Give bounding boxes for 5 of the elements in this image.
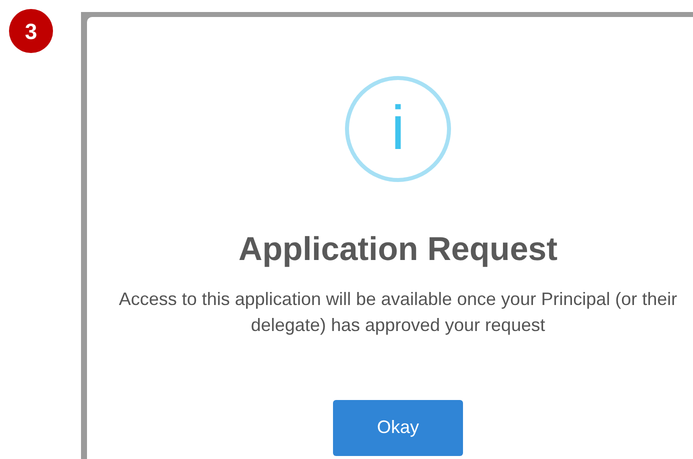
- dialog-title: Application Request: [238, 229, 558, 269]
- step-badge: 3: [9, 9, 53, 53]
- okay-button[interactable]: Okay: [333, 400, 463, 456]
- info-icon: i: [345, 76, 451, 182]
- dialog-message: Access to this application will be available once your Principal (or their delegate) has approved your request: [118, 288, 678, 337]
